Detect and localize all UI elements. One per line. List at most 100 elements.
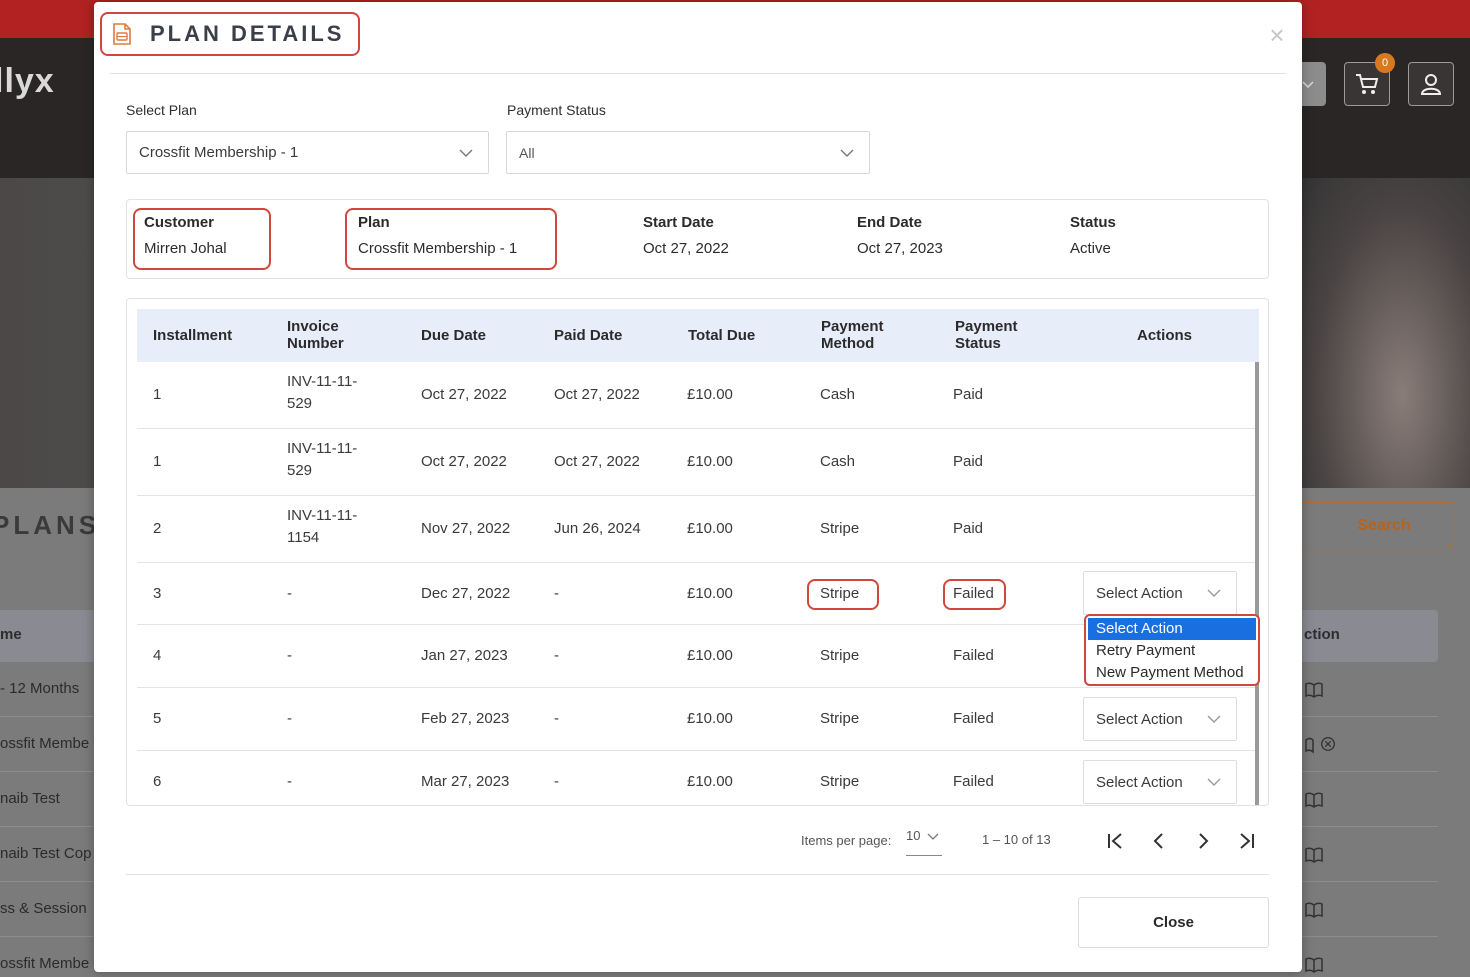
payment-status-cell: Failed bbox=[953, 647, 994, 664]
first-page-button[interactable] bbox=[1104, 830, 1126, 852]
payment-status-label: Payment Status bbox=[507, 102, 606, 118]
cart-icon bbox=[1356, 74, 1379, 94]
payment-method-cell: Stripe bbox=[820, 520, 860, 537]
due-date-cell: Jan 27, 2023 bbox=[421, 647, 508, 664]
invoice-cell: 1154 bbox=[287, 529, 320, 546]
book-icon[interactable] bbox=[1304, 901, 1324, 919]
background-row-name: ossfit Membe bbox=[0, 735, 90, 752]
book-icon[interactable] bbox=[1304, 956, 1324, 974]
background-row-divider bbox=[1300, 771, 1438, 772]
background-row-divider bbox=[0, 716, 94, 717]
paid-date-cell: - bbox=[554, 647, 559, 664]
installment-cell: 1 bbox=[153, 386, 162, 403]
search-button[interactable]: Search bbox=[1300, 502, 1454, 550]
last-page-icon bbox=[1240, 833, 1254, 849]
items-per-page-value: 10 bbox=[906, 828, 921, 843]
installment-cell: 1 bbox=[153, 453, 162, 470]
book-icon[interactable] bbox=[1304, 791, 1324, 809]
background-row-divider bbox=[0, 936, 94, 937]
action-option-new-payment-method[interactable]: New Payment Method bbox=[1088, 662, 1256, 684]
background-row-name: - 12 Months bbox=[0, 680, 80, 697]
book-icon[interactable] bbox=[1304, 736, 1314, 754]
customer-value: Mirren Johal bbox=[144, 240, 227, 257]
background-row-divider bbox=[0, 771, 94, 772]
last-page-button[interactable] bbox=[1236, 830, 1258, 852]
table-row: 1 INV-11-11- 529 Oct 27, 2022 Oct 27, 20… bbox=[137, 429, 1255, 496]
total-due-cell: £10.00 bbox=[687, 647, 733, 664]
customer-label: Customer bbox=[144, 214, 215, 231]
action-select[interactable]: Select Action bbox=[1083, 697, 1237, 741]
book-icon[interactable] bbox=[1304, 681, 1324, 699]
invoice-cell: - bbox=[287, 585, 292, 602]
action-option-retry-payment[interactable]: Retry Payment bbox=[1088, 640, 1256, 662]
action-select-value: Select Action bbox=[1096, 584, 1183, 602]
chevron-down-icon bbox=[1302, 81, 1314, 89]
previous-page-button[interactable] bbox=[1148, 830, 1170, 852]
due-date-cell: Feb 27, 2023 bbox=[421, 710, 510, 727]
table-header: Installment Invoice Number Due Date Paid… bbox=[137, 309, 1259, 362]
background-name-header: me bbox=[0, 626, 22, 643]
due-date-cell: Oct 27, 2022 bbox=[421, 386, 507, 403]
header-payment-method: Payment Method bbox=[821, 318, 884, 352]
payment-method-cell: Stripe bbox=[820, 647, 860, 664]
installment-cell: 3 bbox=[153, 585, 162, 602]
payment-status-cell: Paid bbox=[953, 386, 984, 403]
total-due-cell: £10.00 bbox=[687, 520, 733, 537]
start-date-label: Start Date bbox=[643, 214, 714, 231]
header-divider bbox=[110, 73, 1286, 74]
installments-table: Installment Invoice Number Due Date Paid… bbox=[126, 298, 1269, 806]
background-row-divider bbox=[0, 826, 94, 827]
chevron-down-icon bbox=[1207, 778, 1221, 786]
payment-status-cell: Failed bbox=[953, 585, 994, 602]
end-date-value: Oct 27, 2023 bbox=[857, 240, 943, 257]
action-select[interactable]: Select Action bbox=[1083, 760, 1237, 804]
payment-status-cell: Paid bbox=[953, 453, 984, 470]
table-scrollbar[interactable] bbox=[1255, 362, 1259, 805]
invoice-cell: INV-11-11- bbox=[287, 440, 358, 457]
pagination-range: 1 – 10 of 13 bbox=[982, 832, 1051, 847]
plan-label: Plan bbox=[358, 214, 390, 231]
chevron-left-icon bbox=[1153, 833, 1163, 849]
due-date-cell: Mar 27, 2023 bbox=[421, 773, 510, 790]
status-label: Status bbox=[1070, 214, 1116, 231]
header-paid-date: Paid Date bbox=[554, 327, 623, 344]
next-page-button[interactable] bbox=[1192, 830, 1214, 852]
user-account-button[interactable] bbox=[1408, 62, 1454, 106]
plan-value: Crossfit Membership - 1 bbox=[358, 240, 518, 257]
user-icon bbox=[1420, 74, 1442, 95]
installment-cell: 2 bbox=[153, 520, 162, 537]
close-button[interactable]: Close bbox=[1078, 897, 1269, 948]
background-row-name: ss & Session bbox=[0, 900, 87, 917]
plan-field: Plan Crossfit Membership - 1 bbox=[358, 214, 517, 257]
select-plan-value: Crossfit Membership - 1 bbox=[139, 144, 299, 161]
action-select-value: Select Action bbox=[1096, 773, 1183, 791]
cancel-circle-icon[interactable] bbox=[1318, 735, 1338, 753]
chevron-down-icon bbox=[1207, 715, 1221, 723]
chevron-down-icon bbox=[1207, 589, 1221, 597]
payment-method-cell: Stripe bbox=[820, 710, 860, 727]
plan-summary: Customer Mirren Johal Plan Crossfit Memb… bbox=[126, 199, 1269, 279]
close-icon[interactable]: × bbox=[1267, 22, 1287, 48]
table-row: 1 INV-11-11- 529 Oct 27, 2022 Oct 27, 20… bbox=[137, 362, 1255, 429]
end-date-label: End Date bbox=[857, 214, 923, 231]
action-select[interactable]: Select Action bbox=[1083, 571, 1237, 615]
chevron-down-icon bbox=[840, 149, 854, 157]
select-plan-dropdown[interactable]: Crossfit Membership - 1 bbox=[126, 131, 489, 174]
action-option-select[interactable]: Select Action bbox=[1088, 618, 1256, 640]
items-per-page-select[interactable]: 10 bbox=[906, 828, 942, 856]
background-row-divider bbox=[1300, 881, 1438, 882]
background-row-name: naib Test bbox=[0, 790, 60, 807]
header-actions: Actions bbox=[1137, 327, 1193, 344]
book-icon[interactable] bbox=[1304, 846, 1324, 864]
header-invoice-number: Invoice Number bbox=[287, 318, 344, 352]
payment-method-cell: Stripe bbox=[820, 773, 860, 790]
table-row: 5 - Feb 27, 2023 - £10.00 Stripe Failed … bbox=[137, 688, 1255, 751]
payment-status-dropdown[interactable]: All bbox=[506, 131, 870, 174]
payment-method-cell: Stripe bbox=[820, 585, 860, 602]
table-row: 6 - Mar 27, 2023 - £10.00 Stripe Failed … bbox=[137, 751, 1255, 805]
due-date-cell: Nov 27, 2022 bbox=[421, 520, 511, 537]
cart-button[interactable]: 0 bbox=[1344, 53, 1395, 106]
action-select-value: Select Action bbox=[1096, 710, 1183, 728]
start-date-value: Oct 27, 2022 bbox=[643, 240, 729, 257]
installment-cell: 4 bbox=[153, 647, 162, 664]
